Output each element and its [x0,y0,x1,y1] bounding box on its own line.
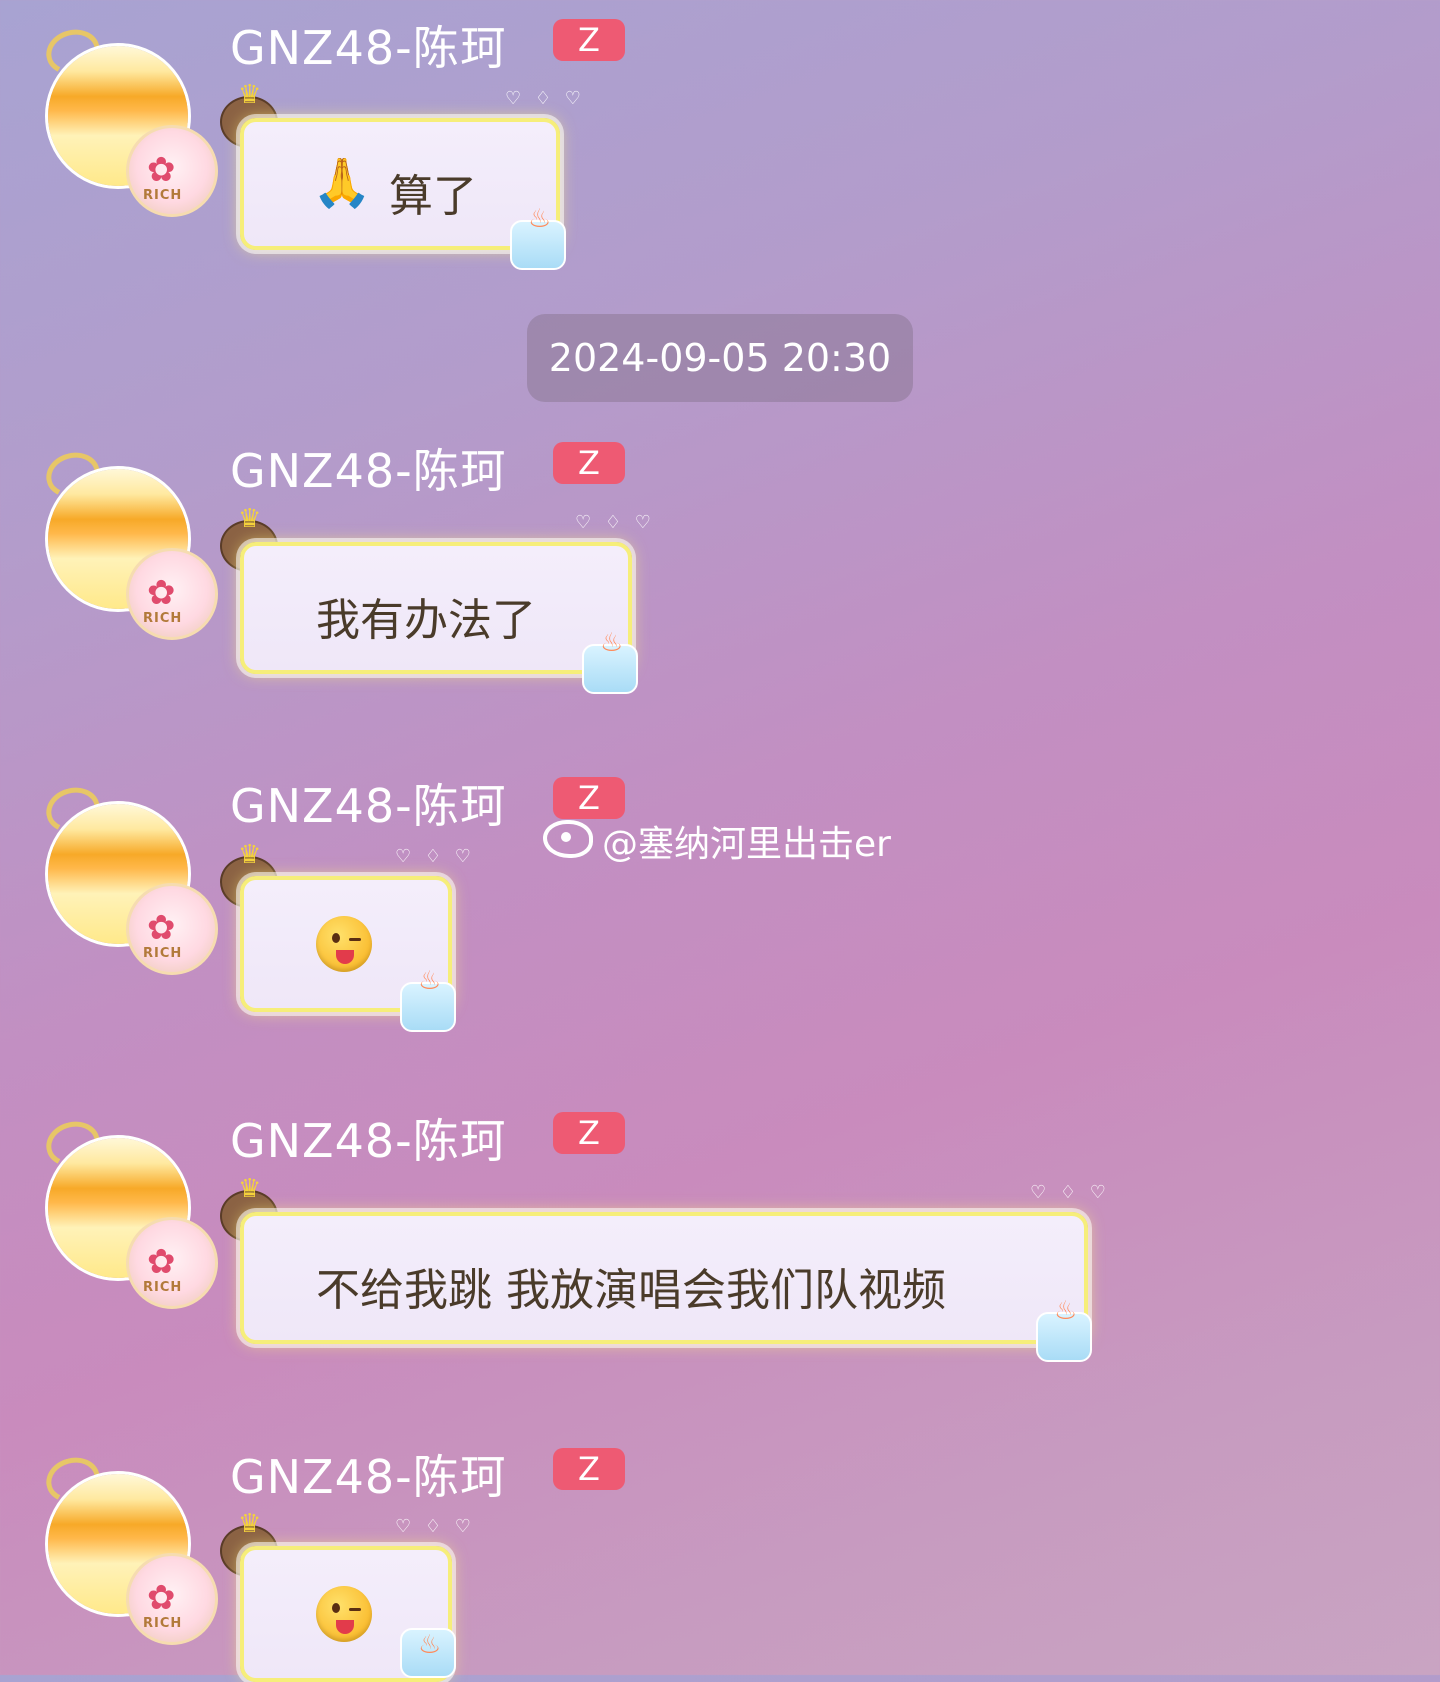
dragon-face-icon: ✿ [147,1242,176,1282]
crown-icon: ♛ [238,80,262,110]
message-bubble[interactable]: 不给我跳 我放演唱会我们队视频 [240,1212,1088,1344]
crown-icon: ♛ [238,1174,262,1204]
member-badge: Z [553,1112,625,1154]
avatar-frame-badge: ✿ RICH [126,883,218,975]
avatar[interactable]: ✿ RICH [40,1451,220,1648]
avatar[interactable]: ✿ RICH [40,781,220,978]
dragon-face-icon: ✿ [147,573,176,613]
watermark-text: @塞纳河里出击er [602,824,891,865]
sender-name: GNZ48-陈珂 [230,21,507,75]
frame-label: RICH [143,946,183,961]
member-badge: Z [553,19,625,61]
dragon-face-icon: ✿ [147,150,176,190]
crown-icon: ♛ [238,1509,262,1539]
wink-tongue-emoji-icon [316,1586,372,1642]
frame-label: RICH [143,1280,183,1295]
member-badge: Z [553,777,625,819]
message-text: 不给我跳 我放演唱会我们队视频 [316,1265,946,1316]
sender-name: GNZ48-陈珂 [230,1114,507,1168]
avatar-frame-badge: ✿ RICH [126,548,218,640]
avatar-frame-badge: ✿ RICH [126,1553,218,1645]
avatar[interactable]: ✿ RICH [40,23,220,220]
frame-label: RICH [143,188,183,203]
weibo-icon [543,820,593,858]
avatar-frame-badge: ✿ RICH [126,125,218,217]
wink-tongue-emoji-icon [316,916,372,972]
member-badge: Z [553,1448,625,1490]
avatar[interactable]: ✿ RICH [40,1115,220,1312]
hearts-icon: ♡ ♢ ♡ [575,512,655,533]
avatar[interactable]: ✿ RICH [40,446,220,643]
crown-icon: ♛ [238,504,262,534]
flame-icon: ♨ [1054,1296,1078,1326]
message-bubble[interactable]: 我有办法了 [240,542,632,674]
flame-icon: ♨ [418,966,442,996]
sender-name: GNZ48-陈珂 [230,1450,507,1504]
dragon-face-icon: ✿ [147,1578,176,1618]
flame-icon: ♨ [600,628,624,658]
hearts-icon: ♡ ♢ ♡ [395,1516,475,1537]
dragon-face-icon: ✿ [147,908,176,948]
crown-icon: ♛ [238,840,262,870]
pray-emoji-icon: 🙏 [312,155,372,211]
sender-name: GNZ48-陈珂 [230,444,507,498]
hearts-icon: ♡ ♢ ♡ [1030,1182,1110,1203]
message-text: 我有办法了 [316,595,536,646]
frame-label: RICH [143,1616,183,1631]
timestamp-divider: 2024-09-05 20:30 [527,314,913,402]
hearts-icon: ♡ ♢ ♡ [505,88,585,109]
member-badge: Z [553,442,625,484]
frame-label: RICH [143,611,183,626]
sender-name: GNZ48-陈珂 [230,779,507,833]
flame-icon: ♨ [418,1630,442,1660]
hearts-icon: ♡ ♢ ♡ [395,846,475,867]
flame-icon: ♨ [528,204,552,234]
message-text: 算了 [389,171,477,222]
avatar-frame-badge: ✿ RICH [126,1217,218,1309]
